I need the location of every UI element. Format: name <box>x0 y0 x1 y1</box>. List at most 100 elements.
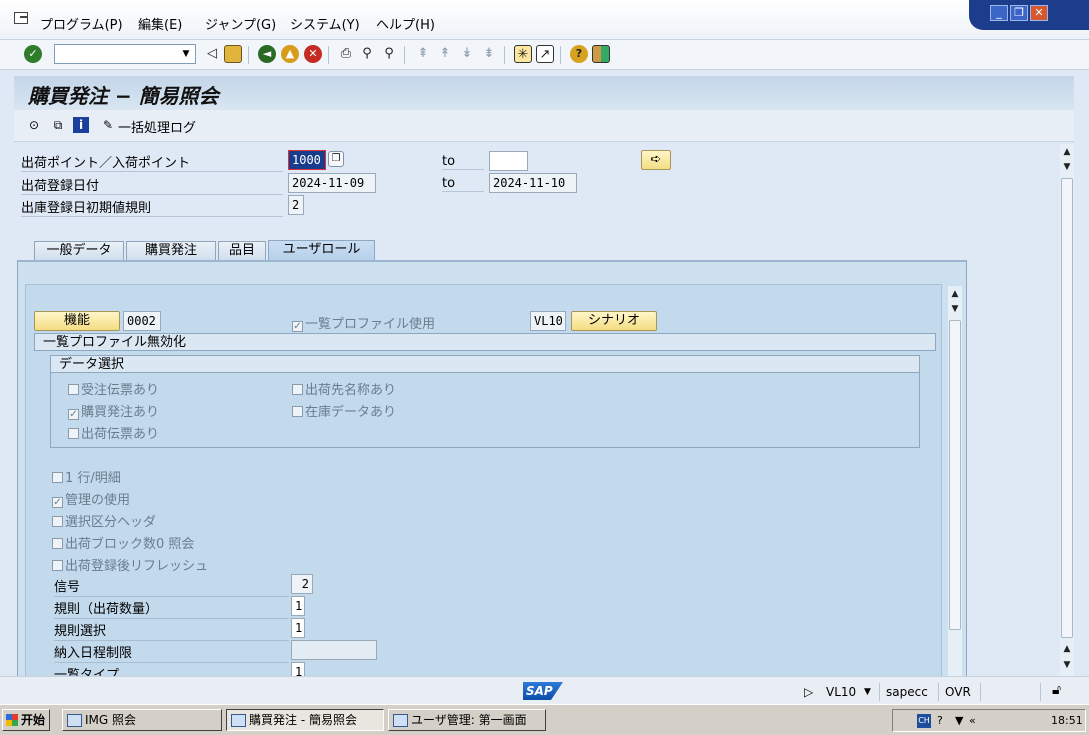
task-user-admin[interactable]: ユーザ管理: 第一画面 <box>388 709 546 731</box>
admin-use-checkbox[interactable]: ✓ 管理の使用 <box>52 489 130 508</box>
minimize-icon[interactable]: _ <box>990 5 1008 21</box>
next-page-icon[interactable]: ↡ <box>458 45 476 63</box>
execute-icon[interactable]: ⊙ <box>26 117 42 133</box>
list-profile-checkbox[interactable]: ✓ 一覧プロファイル使用 <box>292 313 435 332</box>
taskbar: 开始 IMG 照会 購買発注 - 簡易照会 ユーザ管理: 第一画面 CH ? ▼… <box>0 704 1089 735</box>
function-value-input[interactable]: 0002 <box>123 311 161 331</box>
status-divider <box>1040 683 1041 701</box>
zero-block-checkbox[interactable]: 出荷ブロック数0 照会 <box>52 533 194 552</box>
delivery-schedule-limit-input[interactable] <box>291 640 377 660</box>
save-icon[interactable] <box>224 45 242 63</box>
ship-point-from-input[interactable]: 1000 <box>288 150 326 170</box>
cancel-icon[interactable]: ✕ <box>304 45 322 63</box>
scroll-down-icon[interactable]: ▼ <box>950 304 960 314</box>
close-icon[interactable]: ✕ <box>1030 5 1048 21</box>
rule-quantity-label: 規則（出荷数量） <box>54 598 289 619</box>
tab-purchase-order[interactable]: 購買発注 <box>126 241 216 261</box>
shortcut-icon[interactable]: ↗ <box>536 45 554 63</box>
default-rule-input[interactable]: 2 <box>288 195 304 215</box>
batch-log-button[interactable]: 一括処理ログ <box>118 117 196 136</box>
ship-date-to-input[interactable]: 2024-11-10 <box>489 173 577 193</box>
last-page-icon[interactable]: ⇟ <box>480 45 498 63</box>
insert-mode: OVR <box>945 685 971 699</box>
tab-general-data[interactable]: 一般データ <box>34 241 124 261</box>
exit-icon[interactable]: ▲ <box>281 45 299 63</box>
refresh-after-checkbox[interactable]: 出荷登録後リフレッシュ <box>52 555 208 574</box>
enter-icon[interactable]: ✓ <box>24 45 42 63</box>
system-menu-icon[interactable] <box>14 12 28 24</box>
back-green-icon[interactable]: ◄ <box>258 45 276 63</box>
stock-data-checkbox[interactable]: 在庫データあり <box>292 401 396 420</box>
find-icon[interactable]: ⚲ <box>358 45 376 63</box>
first-page-icon[interactable]: ⇞ <box>414 45 432 63</box>
scroll-up-icon[interactable]: ▲ <box>1062 147 1072 157</box>
delivery-doc-checkbox[interactable]: 出荷伝票あり <box>68 423 159 442</box>
help-icon[interactable]: ? <box>570 45 588 63</box>
scroll-down-icon[interactable]: ▼ <box>1062 162 1072 172</box>
batch-log-icon[interactable]: ✎ <box>100 117 116 133</box>
order-doc-checkbox[interactable]: 受注伝票あり <box>68 379 159 398</box>
menu-jump[interactable]: ジャンプ(G) <box>205 14 276 33</box>
print-icon[interactable]: ⎙ <box>337 45 355 63</box>
scroll-up-icon[interactable]: ▲ <box>950 289 960 299</box>
chevron-left-icon[interactable]: « <box>969 710 976 731</box>
ship-date-label: 出荷登録日付 <box>21 175 283 195</box>
help-tray-icon[interactable]: ? <box>937 710 943 731</box>
start-button[interactable]: 开始 <box>2 709 50 731</box>
scroll-up-icon[interactable]: ▲ <box>1062 644 1072 654</box>
ship-to-name-checkbox[interactable]: 出荷先名称あり <box>292 379 396 398</box>
create-session-icon[interactable]: ✳ <box>514 45 532 63</box>
ship-point-to-input[interactable] <box>489 151 528 171</box>
multiple-selection-button[interactable]: ➪ <box>641 150 671 170</box>
checkbox-checked-icon: ✓ <box>292 321 303 332</box>
variant-icon[interactable]: ⧉ <box>50 117 66 133</box>
command-field[interactable]: ▼ <box>54 44 196 64</box>
signal-input[interactable]: 2 <box>291 574 313 594</box>
back-icon[interactable]: ◁ <box>203 45 221 63</box>
ship-date-from-input[interactable]: 2024-11-09 <box>288 173 376 193</box>
layout-icon[interactable] <box>592 45 610 63</box>
find-next-icon[interactable]: ⚲ <box>380 45 398 63</box>
scroll-thumb[interactable] <box>1061 178 1073 638</box>
one-line-checkbox[interactable]: 1 行/明細 <box>52 467 121 486</box>
restore-icon[interactable]: ❐ <box>1010 5 1028 21</box>
scroll-thumb[interactable] <box>949 320 961 630</box>
data-selection-group-title: データ選択 <box>50 355 920 373</box>
chevron-down-icon[interactable]: ▼ <box>864 687 871 697</box>
scenario-button[interactable]: シナリオ <box>571 311 657 331</box>
menu-edit[interactable]: 編集(E) <box>138 14 182 33</box>
scroll-down-icon[interactable]: ▼ <box>1062 660 1072 670</box>
menu-system[interactable]: システム(Y) <box>290 14 360 33</box>
scenario-value-input[interactable]: VL10 <box>530 311 566 331</box>
po-checkbox[interactable]: ✓ 購買発注あり <box>68 401 159 420</box>
task-img-display[interactable]: IMG 照会 <box>62 709 222 731</box>
info-icon[interactable]: i <box>73 117 89 133</box>
ship-point-label: 出荷ポイント／入荷ポイント <box>21 152 283 172</box>
language-icon[interactable]: CH <box>917 714 931 728</box>
selection-header-checkbox[interactable]: 選択区分ヘッダ <box>52 511 156 530</box>
rule-selection-input[interactable]: 1 <box>291 618 305 638</box>
status-divider <box>938 683 939 701</box>
tab-user-role[interactable]: ユーザロール <box>268 240 375 261</box>
server-name: sapecc <box>886 685 928 699</box>
function-button[interactable]: 機能 <box>34 311 120 331</box>
checkbox-checked-icon: ✓ <box>68 409 79 420</box>
standard-toolbar: ✓ ▼ ◁ ◄ ▲ ✕ ⎙ ⚲ ⚲ ⇞ ↟ ↡ ⇟ ✳ ↗ ? <box>0 40 1089 70</box>
tab-material[interactable]: 品目 <box>218 241 266 261</box>
multiple-selection-icon[interactable]: ❐ <box>328 151 344 167</box>
menu-program[interactable]: プログラム(P) <box>40 14 123 33</box>
outer-scrollbar[interactable]: ▲ ▼ ▲ ▼ <box>1060 144 1074 676</box>
inner-scrollbar[interactable]: ▲ ▼ <box>948 286 962 681</box>
lock-icon: 🔓︎ <box>1052 682 1062 698</box>
toolbar-separator <box>328 46 329 64</box>
prev-page-icon[interactable]: ↟ <box>436 45 454 63</box>
status-expand-icon[interactable]: ▷ <box>804 685 813 699</box>
system-tray: CH ? ▼ « 18:51 <box>892 709 1086 732</box>
chevron-down-icon[interactable]: ▼ <box>179 47 193 61</box>
window-controls: _ ❐ ✕ <box>969 0 1089 30</box>
menu-help[interactable]: ヘルプ(H) <box>376 14 435 33</box>
rule-quantity-input[interactable]: 1 <box>291 596 305 616</box>
task-po-display[interactable]: 購買発注 - 簡易照会 <box>226 709 384 731</box>
chevron-down-icon[interactable]: ▼ <box>955 710 963 731</box>
sap-logo: SAP <box>523 682 563 700</box>
